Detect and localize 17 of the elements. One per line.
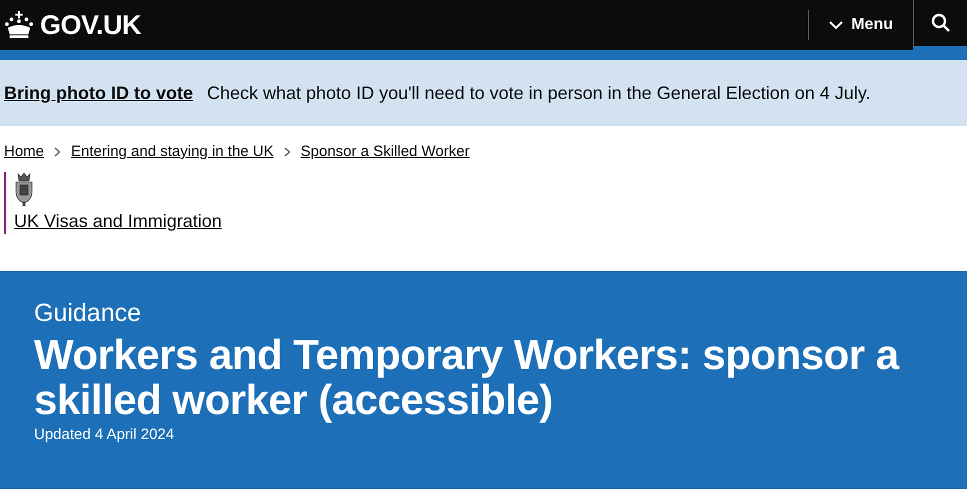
organisation-link[interactable]: UK Visas and Immigration [14, 211, 222, 232]
breadcrumb-link[interactable]: Sponsor a Skilled Worker [300, 143, 470, 160]
chevron-right-icon [54, 146, 62, 156]
updated-date: Updated 4 April 2024 [34, 426, 176, 443]
menu-button[interactable]: Menu [808, 10, 913, 40]
breadcrumb-link[interactable]: Home [4, 143, 44, 160]
search-icon [930, 13, 950, 33]
chevron-right-icon [284, 146, 291, 156]
govuk-logo-link[interactable]: GOV.UK [4, 10, 142, 40]
content-type: Guidance [34, 299, 142, 328]
crown-icon [4, 11, 34, 39]
crest-icon [14, 172, 34, 206]
banner-link[interactable]: Bring photo ID to vote [4, 82, 193, 104]
breadcrumb-link[interactable]: Entering and staying in the UK [71, 143, 274, 160]
banner-text: Check what photo ID you'll need to vote in person in the General Election on 4 July. [206, 82, 870, 104]
page-title: Workers and Temporary Workers: sponsor a skilled worker (accessible) [34, 332, 900, 422]
chevron-icon [829, 20, 844, 30]
